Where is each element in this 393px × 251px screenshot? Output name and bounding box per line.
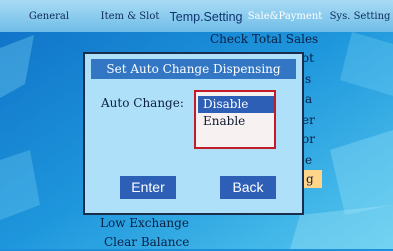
back-button[interactable]: Back xyxy=(220,176,276,199)
dialog-title: Set Auto Change Dispensing xyxy=(91,59,296,79)
auto-change-label: Auto Change: xyxy=(101,96,184,110)
tab-sale-payment[interactable]: Sale&Payment xyxy=(246,0,324,32)
tab-sys-setting[interactable]: Sys. Setting xyxy=(328,0,392,32)
tab-general[interactable]: General xyxy=(18,0,80,32)
tab-bar: General Item & Slot Temp.Setting Sale&Pa… xyxy=(0,0,393,32)
menu-item-check-total-sales[interactable]: Check Total Sales xyxy=(210,30,318,48)
auto-change-listbox[interactable]: Disable Enable xyxy=(194,90,276,149)
menu-item-clear-balance[interactable]: Clear Balance xyxy=(104,233,189,251)
menu-item-partial[interactable]: s xyxy=(305,70,311,88)
menu-item-low-exchange[interactable]: Low Exchange xyxy=(100,214,189,232)
enter-button[interactable]: Enter xyxy=(120,176,176,199)
menu-item-partial[interactable]: e xyxy=(305,151,312,169)
tab-temp-setting[interactable]: Temp.Setting xyxy=(166,0,246,32)
tab-item-slot[interactable]: Item & Slot xyxy=(94,0,166,32)
option-disable[interactable]: Disable xyxy=(198,96,274,113)
auto-change-dialog: Set Auto Change Dispensing Auto Change: … xyxy=(83,52,304,215)
option-enable[interactable]: Enable xyxy=(198,113,274,130)
menu-item-partial[interactable]: a xyxy=(305,90,312,108)
